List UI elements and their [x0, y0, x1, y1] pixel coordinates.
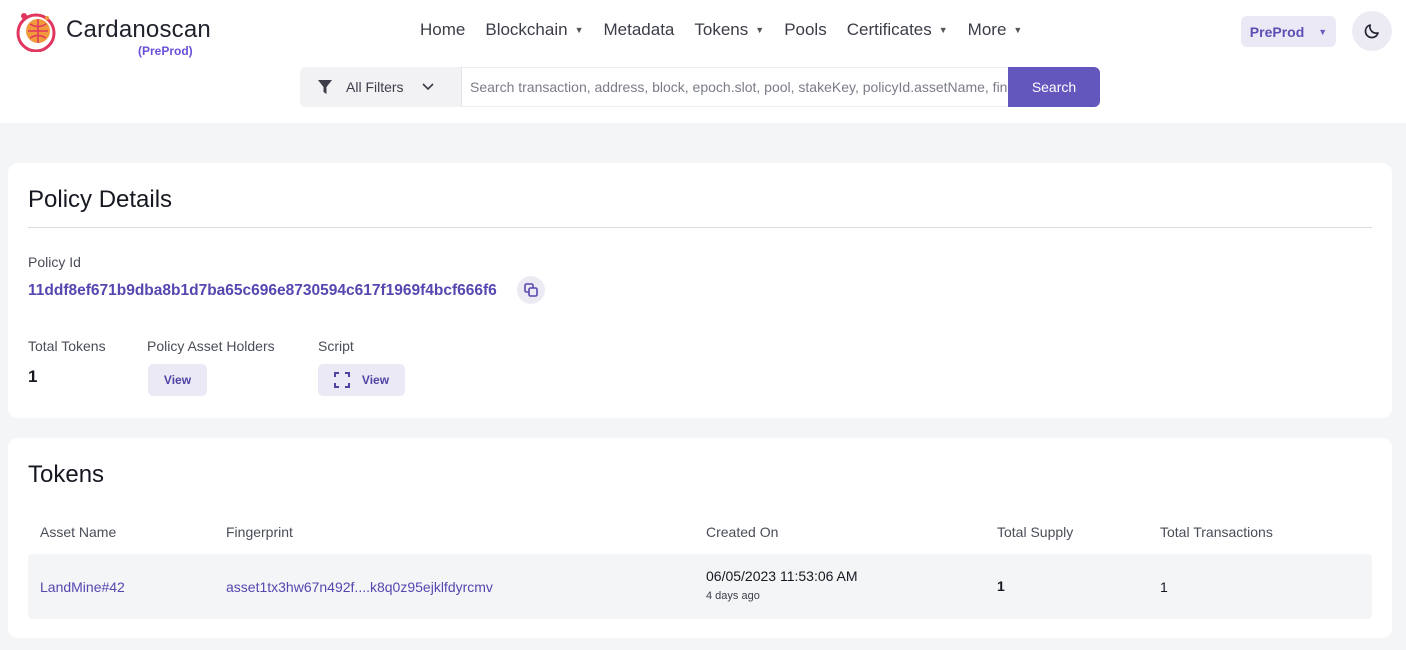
main-nav: Home Blockchain ▼ Metadata Tokens ▼ Pools …: [420, 20, 1042, 40]
filter-icon: [318, 79, 332, 94]
brand-name: Cardanoscan: [66, 16, 211, 43]
total-transactions-value: 1: [1160, 579, 1168, 595]
brand-network-subtitle: (PreProd): [138, 44, 193, 58]
caret-down-icon: ▼: [1013, 25, 1023, 35]
policy-details-title: Policy Details: [28, 186, 173, 213]
nav-metadata-label: Metadata: [603, 20, 675, 39]
caret-down-icon: ▼: [755, 25, 765, 35]
nav-more[interactable]: More ▼: [968, 20, 1023, 40]
policy-details-card: Policy Details Policy Id 11ddf8ef671b9db…: [8, 163, 1392, 418]
search-bar: All Filters Search: [300, 67, 1100, 107]
cardanoscan-logo-icon: [16, 13, 56, 52]
search-filter-label: All Filters: [346, 79, 404, 95]
policy-id-label: Policy Id: [28, 254, 81, 270]
nav-tokens[interactable]: Tokens ▼: [694, 20, 764, 40]
policy-asset-holders-label: Policy Asset Holders: [147, 338, 275, 354]
moon-icon: [1364, 24, 1379, 39]
column-header-total-transactions: Total Transactions: [1160, 524, 1273, 540]
nav-metadata[interactable]: Metadata: [604, 20, 675, 40]
script-label: Script: [318, 338, 354, 354]
column-header-total-supply: Total Supply: [997, 524, 1074, 540]
nav-home[interactable]: Home: [420, 20, 465, 40]
nav-pools[interactable]: Pools: [784, 20, 827, 40]
caret-down-icon: ▼: [1318, 26, 1328, 37]
nav-certificates[interactable]: Certificates ▼: [847, 20, 948, 40]
view-script-button[interactable]: View: [318, 364, 405, 396]
copy-button[interactable]: [517, 276, 545, 304]
caret-down-icon: ▼: [938, 25, 948, 35]
nav-home-label: Home: [420, 20, 466, 39]
view-holders-button[interactable]: View: [148, 364, 207, 396]
nav-blockchain-label: Blockchain: [485, 20, 568, 39]
network-selector[interactable]: PreProd ▼: [1241, 16, 1336, 47]
search-button[interactable]: Search: [1008, 67, 1100, 107]
search-filter-dropdown[interactable]: All Filters: [300, 67, 462, 107]
network-selected-label: PreProd: [1249, 23, 1305, 40]
created-on-relative: 4 days ago: [706, 590, 760, 602]
policy-id-value[interactable]: 11ddf8ef671b9dba8b1d7ba65c696e8730594c61…: [28, 282, 497, 300]
column-header-fingerprint: Fingerprint: [226, 524, 293, 540]
nav-certificates-label: Certificates: [846, 20, 932, 39]
nav-blockchain[interactable]: Blockchain ▼: [485, 20, 583, 40]
top-navbar: Cardanoscan (PreProd) Home Blockchain ▼ M…: [0, 0, 1406, 123]
search-input[interactable]: [462, 67, 1008, 107]
total-tokens-value: 1: [28, 367, 38, 386]
tokens-card: Tokens Asset Name Fingerprint Created On…: [8, 438, 1392, 638]
asset-name-link[interactable]: LandMine#42: [40, 579, 125, 595]
view-holders-label: View: [163, 373, 192, 387]
nav-pools-label: Pools: [784, 20, 827, 39]
copy-icon: [524, 283, 538, 297]
column-header-created-on: Created On: [706, 524, 779, 540]
theme-toggle-button[interactable]: [1352, 11, 1392, 51]
table-row: LandMine#42 asset1tx3hw67n492f....k8q0z9…: [28, 554, 1372, 619]
fingerprint-link[interactable]: asset1tx3hw67n492f....k8q0z95ejklfdyrcmv: [226, 579, 493, 595]
created-on-datetime: 06/05/2023 11:53:06 AM: [706, 568, 858, 584]
column-header-asset-name: Asset Name: [40, 524, 117, 540]
total-tokens-label: Total Tokens: [28, 338, 106, 354]
chevron-down-icon: [421, 83, 434, 91]
view-script-label: View: [361, 373, 390, 387]
nav-tokens-label: Tokens: [694, 20, 749, 39]
expand-icon: [333, 372, 350, 388]
tokens-title: Tokens: [28, 461, 105, 488]
caret-down-icon: ▼: [574, 25, 584, 35]
divider: [28, 227, 1372, 228]
total-supply-value: 1: [997, 578, 1005, 594]
nav-more-label: More: [967, 20, 1007, 39]
